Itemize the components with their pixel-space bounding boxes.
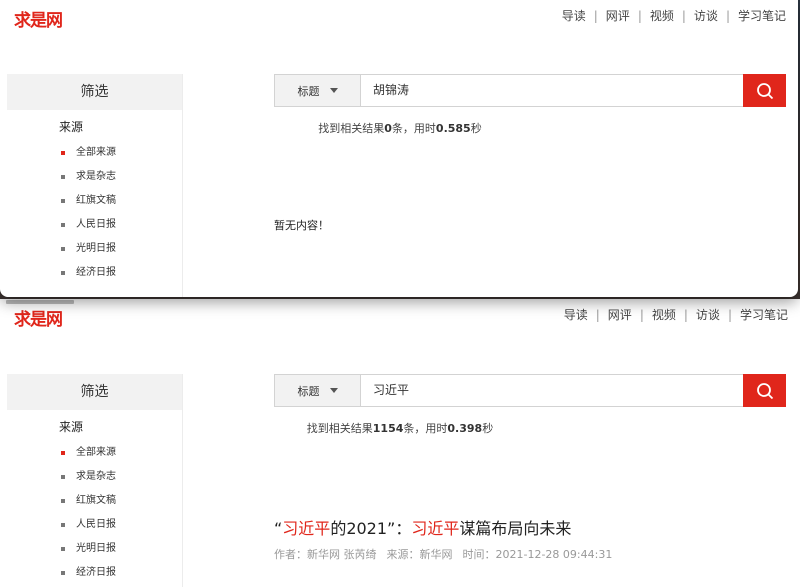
- search-input[interactable]: 胡锦涛: [361, 75, 743, 106]
- source-item-jingji[interactable]: 经济日报: [7, 261, 182, 285]
- filter-sidebar: 筛选 来源 全部来源 求是杂志 红旗文稿 人民日报 光明日报 经济日报: [7, 374, 183, 587]
- bullet-icon: [61, 451, 65, 455]
- source-item-guangming[interactable]: 光明日报: [7, 537, 182, 561]
- search-bar: 标题 胡锦涛: [274, 74, 786, 107]
- bullet-icon: [61, 571, 65, 575]
- nav-daodu[interactable]: 导读: [554, 7, 594, 24]
- search-field-select[interactable]: 标题: [275, 75, 361, 106]
- bullet-icon: [61, 175, 65, 179]
- nav-xuexibiji[interactable]: 学习笔记: [730, 7, 786, 24]
- bullet-icon: [61, 271, 65, 275]
- search-icon: [756, 82, 773, 99]
- nav-daodu[interactable]: 导读: [556, 306, 596, 323]
- result-summary: 找到相关结果0条，用时0.585秒: [318, 122, 482, 135]
- nav-wangping[interactable]: 网评: [600, 306, 640, 323]
- source-item-guangming[interactable]: 光明日报: [7, 237, 182, 261]
- scrollbar[interactable]: [6, 300, 74, 304]
- nav-fangtan[interactable]: 访谈: [688, 306, 728, 323]
- article-author: 作者：新华网 张芮绮: [274, 548, 377, 561]
- bullet-icon: [61, 247, 65, 251]
- article-meta: 作者：新华网 张芮绮 来源：新华网 时间：2021-12-28 09:44:31: [274, 546, 622, 562]
- source-item-all[interactable]: 全部来源: [7, 141, 182, 165]
- nav-shipin[interactable]: 视频: [642, 7, 682, 24]
- search-input[interactable]: 习近平: [361, 375, 743, 406]
- search-window-top: 求是网 导读 | 网评 | 视频 | 访谈 | 学习笔记 筛选 来源 全部来源 求是杂志…: [0, 0, 798, 297]
- bullet-icon: [61, 199, 65, 203]
- source-list: 全部来源 求是杂志 红旗文稿 人民日报 光明日报 经济日报: [7, 441, 182, 585]
- nav-shipin[interactable]: 视频: [644, 306, 684, 323]
- search-button[interactable]: [743, 74, 786, 107]
- site-logo[interactable]: 求是网: [14, 305, 63, 330]
- nav-xuexibiji[interactable]: 学习笔记: [732, 306, 788, 323]
- nav-wangping[interactable]: 网评: [598, 7, 638, 24]
- caret-down-icon: [329, 88, 338, 93]
- source-item-hongqi[interactable]: 红旗文稿: [7, 489, 182, 513]
- article-title-link[interactable]: “习近平的2021”：习近平谋篇布局向未来: [274, 515, 571, 539]
- article-source: 来源：新华网: [386, 548, 453, 561]
- source-item-qiushi[interactable]: 求是杂志: [7, 465, 182, 489]
- search-button[interactable]: [743, 374, 786, 407]
- empty-message: 暂无内容！: [274, 219, 329, 232]
- caret-down-icon: [329, 388, 338, 393]
- source-item-renmin[interactable]: 人民日报: [7, 513, 182, 537]
- source-list: 全部来源 求是杂志 红旗文稿 人民日报 光明日报 经济日报: [7, 141, 182, 285]
- filter-title: 筛选: [7, 74, 182, 110]
- site-logo[interactable]: 求是网: [14, 6, 63, 31]
- source-item-renmin[interactable]: 人民日报: [7, 213, 182, 237]
- bullet-icon: [61, 151, 65, 155]
- source-item-all[interactable]: 全部来源: [7, 441, 182, 465]
- search-field-select[interactable]: 标题: [275, 375, 361, 406]
- result-summary: 找到相关结果1154条，用时0.398秒: [306, 422, 494, 435]
- top-nav: 导读 | 网评 | 视频 | 访谈 | 学习笔记: [556, 306, 788, 323]
- filter-title: 筛选: [7, 374, 182, 410]
- search-window-bottom: 求是网 导读 | 网评 | 视频 | 访谈 | 学习笔记 筛选 来源 全部来源 求是杂志…: [0, 299, 800, 587]
- filter-sidebar: 筛选 来源 全部来源 求是杂志 红旗文稿 人民日报 光明日报 经济日报: [7, 74, 183, 297]
- source-item-hongqi[interactable]: 红旗文稿: [7, 189, 182, 213]
- bullet-icon: [61, 475, 65, 479]
- bullet-icon: [61, 223, 65, 227]
- bullet-icon: [61, 547, 65, 551]
- article-time: 时间：2021-12-28 09:44:31: [462, 548, 613, 561]
- search-bar: 标题 习近平: [274, 374, 786, 407]
- source-item-jingji[interactable]: 经济日报: [7, 561, 182, 585]
- source-item-qiushi[interactable]: 求是杂志: [7, 165, 182, 189]
- nav-fangtan[interactable]: 访谈: [686, 7, 726, 24]
- bullet-icon: [61, 523, 65, 527]
- search-icon: [756, 382, 773, 399]
- top-nav: 导读 | 网评 | 视频 | 访谈 | 学习笔记: [554, 7, 786, 24]
- bullet-icon: [61, 499, 65, 503]
